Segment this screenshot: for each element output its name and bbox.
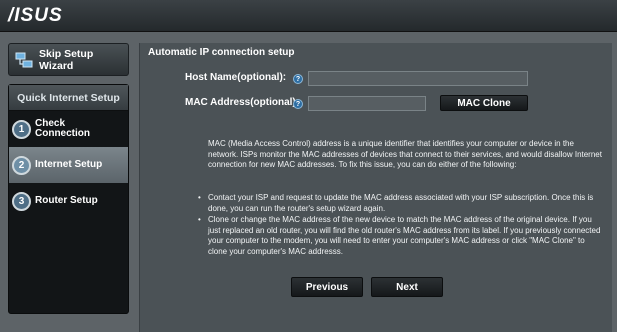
step-label: Check Connection (35, 118, 90, 139)
step-label: Internet Setup (35, 159, 103, 170)
instructions-list: Contact your ISP and request to update t… (196, 193, 606, 258)
skip-setup-wizard-label: Skip Setup Wizard (39, 47, 94, 72)
host-name-input[interactable] (308, 71, 528, 86)
previous-button[interactable]: Previous (291, 277, 363, 297)
list-item: Contact your ISP and request to update t… (196, 193, 606, 214)
step-check-connection[interactable]: 1 Check Connection (9, 111, 128, 147)
step-number-2-icon: 2 (12, 155, 31, 175)
asus-logo: /ISUS (8, 5, 63, 26)
step-internet-setup[interactable]: 2 Internet Setup (9, 147, 128, 183)
skip-setup-wizard-button[interactable]: Skip Setup Wizard (8, 43, 129, 76)
step-label: Router Setup (35, 195, 98, 206)
host-name-row: Host Name(optional): ? (140, 71, 613, 87)
network-icon (15, 51, 33, 69)
sidebar: Skip Setup Wizard Quick Internet Setup 1… (0, 32, 134, 332)
step-number-3-icon: 3 (12, 191, 31, 211)
mac-description: MAC (Media Access Control) address is a … (208, 139, 602, 169)
top-bar: /ISUS (0, 0, 617, 32)
quick-internet-setup-panel: Quick Internet Setup 1 Check Connection … (8, 84, 129, 314)
mac-address-input[interactable] (308, 96, 426, 111)
mac-address-row: MAC Address(optional) ? (140, 96, 613, 112)
step-number-1-icon: 1 (12, 119, 31, 139)
help-icon[interactable]: ? (293, 99, 303, 109)
quick-internet-setup-title: Quick Internet Setup (9, 85, 128, 111)
mac-address-label: MAC Address(optional) (185, 97, 296, 108)
host-name-label: Host Name(optional): (185, 72, 287, 83)
main-content: Automatic IP connection setup Host Name(… (139, 43, 612, 332)
section-title: Automatic IP connection setup (148, 47, 295, 58)
step-router-setup[interactable]: 3 Router Setup (9, 183, 128, 219)
mac-clone-button[interactable]: MAC Clone (440, 95, 528, 111)
help-icon[interactable]: ? (293, 74, 303, 84)
list-item: Clone or change the MAC address of the n… (196, 215, 606, 257)
next-button[interactable]: Next (371, 277, 443, 297)
